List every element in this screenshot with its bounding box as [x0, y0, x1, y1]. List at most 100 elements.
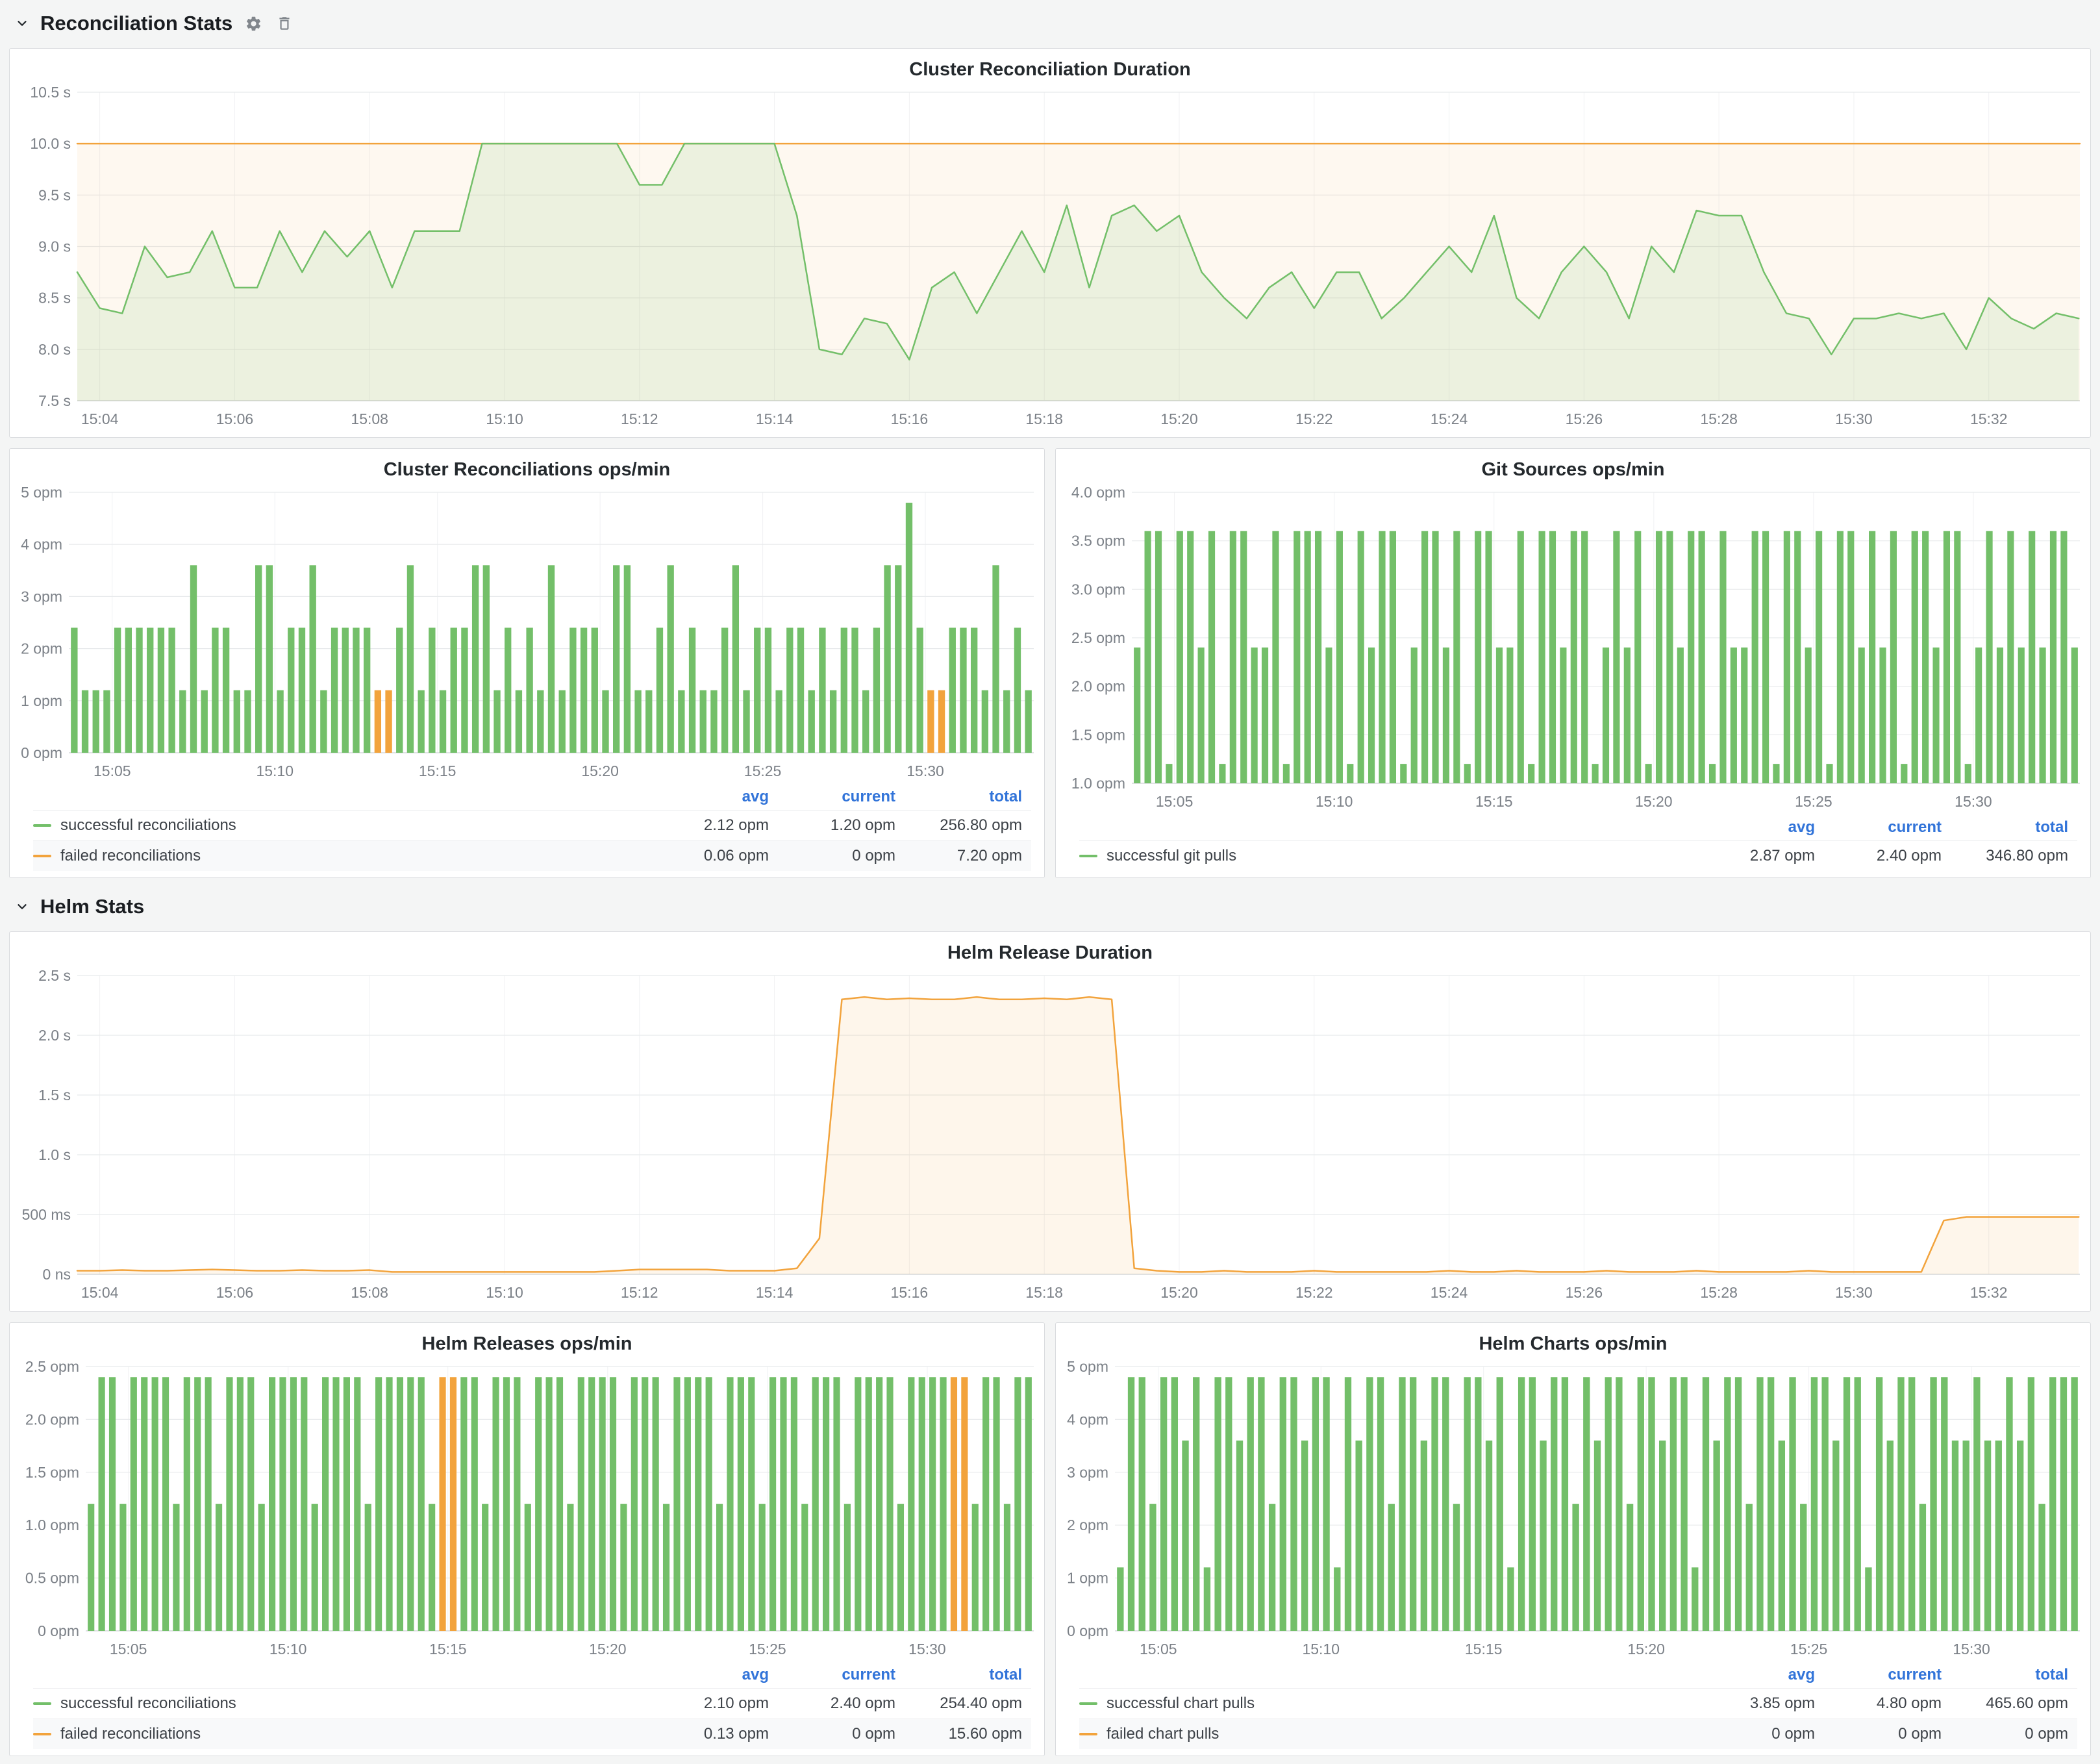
legend-column-total[interactable]: total — [1951, 818, 2077, 837]
svg-text:15:20: 15:20 — [589, 1641, 627, 1657]
svg-text:10.5 s: 10.5 s — [30, 84, 71, 101]
legend-column-current[interactable]: current — [778, 1666, 905, 1684]
legend-column-total[interactable]: total — [1951, 1666, 2077, 1684]
legend-series-successful-chart-pulls[interactable]: successful chart pulls — [1079, 1695, 1697, 1713]
legend-value-avg: 2.10 opm — [651, 1695, 778, 1713]
series-color-dash — [33, 1702, 51, 1705]
svg-text:9.0 s: 9.0 s — [38, 238, 71, 255]
panel-title-cluster-reconciliations-opm[interactable]: Cluster Reconciliations ops/min — [10, 451, 1044, 483]
svg-text:15:14: 15:14 — [756, 410, 794, 427]
legend-column-total[interactable]: total — [905, 788, 1031, 806]
legend-column-total[interactable]: total — [905, 1666, 1031, 1684]
svg-text:5 opm: 5 opm — [1067, 1358, 1108, 1375]
svg-text:15:05: 15:05 — [1140, 1641, 1177, 1657]
svg-text:1.0 opm: 1.0 opm — [25, 1517, 79, 1533]
legend-value-current: 2.40 opm — [778, 1695, 905, 1713]
svg-text:1.5 s: 1.5 s — [38, 1087, 71, 1103]
svg-text:2.0 opm: 2.0 opm — [25, 1411, 79, 1428]
svg-text:2.5 opm: 2.5 opm — [25, 1358, 79, 1375]
helm-charts-opm-chart[interactable]: 15:0515:1015:1515:2015:2515:300 opm1 opm… — [1056, 1357, 2090, 1661]
svg-text:15:10: 15:10 — [486, 1284, 523, 1301]
legend-value-total: 7.20 opm — [905, 847, 1031, 865]
chevron-down-icon[interactable] — [14, 899, 30, 914]
panel-title-helm-charts-opm[interactable]: Helm Charts ops/min — [1056, 1326, 2090, 1357]
panel-cluster-reconciliation-duration: Cluster Reconciliation Duration 15:0415:… — [9, 48, 2091, 438]
section-header-reconciliation: Reconciliation Stats — [9, 5, 2091, 38]
svg-text:15:25: 15:25 — [1790, 1641, 1828, 1657]
grafana-dashboard: Reconciliation Stats Cluster Reconciliat… — [0, 0, 2100, 1764]
svg-text:2.5 opm: 2.5 opm — [1071, 629, 1125, 646]
chevron-down-icon[interactable] — [14, 16, 30, 31]
legend-series-failed-chart-pulls[interactable]: failed chart pulls — [1079, 1725, 1697, 1743]
svg-text:15:16: 15:16 — [891, 410, 929, 427]
svg-text:15:14: 15:14 — [756, 1284, 794, 1301]
legend-value-total: 346.80 opm — [1951, 847, 2077, 865]
svg-text:5 opm: 5 opm — [21, 484, 62, 501]
legend-value-total: 0 opm — [1951, 1725, 2077, 1743]
legend-row: successful git pulls2.87 opm2.40 opm346.… — [1079, 840, 2077, 871]
svg-text:15:24: 15:24 — [1431, 1284, 1468, 1301]
panel-helm-charts-opm: Helm Charts ops/min 15:0515:1015:1515:20… — [1055, 1322, 2091, 1756]
helm-release-duration-chart[interactable]: 15:0415:0615:0815:1015:1215:1415:1615:18… — [10, 966, 2090, 1306]
legend-column-current[interactable]: current — [1824, 818, 1951, 837]
series-color-dash — [1079, 855, 1097, 857]
cluster-reconciliations-opm-chart[interactable]: 15:0515:1015:1515:2015:2515:300 opm1 opm… — [10, 483, 1044, 783]
svg-text:3.5 opm: 3.5 opm — [1071, 533, 1125, 549]
git-sources-opm-chart[interactable]: 15:0515:1015:1515:2015:2515:301.0 opm1.5… — [1056, 483, 2090, 813]
svg-text:15:15: 15:15 — [1465, 1641, 1503, 1657]
svg-text:3 opm: 3 opm — [21, 588, 62, 605]
legend-row: successful chart pulls3.85 opm4.80 opm46… — [1079, 1688, 2077, 1719]
legend-column-avg[interactable]: avg — [651, 788, 778, 806]
svg-text:15:04: 15:04 — [81, 1284, 119, 1301]
legend-series-successful-git-pulls[interactable]: successful git pulls — [1079, 847, 1697, 865]
legend-series-successful-reconciliations[interactable]: successful reconciliations — [33, 1695, 651, 1713]
legend-column-avg[interactable]: avg — [1697, 1666, 1824, 1684]
legend-column-avg[interactable]: avg — [1697, 818, 1824, 837]
svg-text:15:06: 15:06 — [216, 1284, 254, 1301]
legend-value-avg: 0.06 opm — [651, 847, 778, 865]
svg-text:4.0 opm: 4.0 opm — [1071, 484, 1125, 501]
svg-text:2 opm: 2 opm — [21, 640, 62, 657]
svg-text:8.0 s: 8.0 s — [38, 341, 71, 358]
svg-text:0 opm: 0 opm — [1067, 1622, 1108, 1639]
legend-column-current[interactable]: current — [1824, 1666, 1951, 1684]
legend-value-current: 0 opm — [778, 1725, 905, 1743]
cluster-reconciliation-duration-chart[interactable]: 15:0415:0615:0815:1015:1215:1415:1615:18… — [10, 83, 2090, 432]
svg-text:15:20: 15:20 — [581, 762, 619, 779]
panel-helm-releases-opm: Helm Releases ops/min 15:0515:1015:1515:… — [9, 1322, 1045, 1756]
svg-text:15:05: 15:05 — [94, 762, 131, 779]
series-color-dash — [33, 1733, 51, 1735]
helm-releases-opm-chart[interactable]: 15:0515:1015:1515:2015:2515:300 opm0.5 o… — [10, 1357, 1044, 1661]
svg-text:15:16: 15:16 — [891, 1284, 929, 1301]
gear-icon[interactable] — [243, 13, 264, 34]
legend-series-label: successful git pulls — [1106, 847, 1236, 865]
svg-text:0.5 opm: 0.5 opm — [25, 1570, 79, 1587]
svg-text:8.5 s: 8.5 s — [38, 290, 71, 307]
panel-title-git-sources-opm[interactable]: Git Sources ops/min — [1056, 451, 2090, 483]
svg-text:10.0 s: 10.0 s — [30, 135, 71, 152]
legend-series-failed-reconciliations[interactable]: failed reconciliations — [33, 847, 651, 865]
panel-title-helm-releases-opm[interactable]: Helm Releases ops/min — [10, 1326, 1044, 1357]
row-helm-ops: Helm Releases ops/min 15:0515:1015:1515:… — [9, 1322, 2091, 1756]
panel-title-cluster-reconciliation-duration[interactable]: Cluster Reconciliation Duration — [10, 51, 2090, 83]
legend-column-avg[interactable]: avg — [651, 1666, 778, 1684]
svg-text:15:20: 15:20 — [1160, 1284, 1198, 1301]
section-title-helm[interactable]: Helm Stats — [40, 895, 144, 918]
legend-column-current[interactable]: current — [778, 788, 905, 806]
legend-value-current: 2.40 opm — [1824, 847, 1951, 865]
svg-text:500 ms: 500 ms — [22, 1206, 71, 1223]
legend-series-failed-reconciliations[interactable]: failed reconciliations — [33, 1725, 651, 1743]
legend-series-successful-reconciliations[interactable]: successful reconciliations — [33, 816, 651, 835]
svg-text:2.5 s: 2.5 s — [38, 967, 71, 984]
svg-text:15:10: 15:10 — [486, 410, 523, 427]
panel-title-helm-release-duration[interactable]: Helm Release Duration — [10, 935, 2090, 966]
legend-cluster-reconciliations: avgcurrenttotal successful reconciliation… — [10, 783, 1044, 872]
svg-text:15:18: 15:18 — [1025, 1284, 1063, 1301]
section-title-reconciliation[interactable]: Reconciliation Stats — [40, 12, 232, 35]
svg-text:1.0 s: 1.0 s — [38, 1146, 71, 1163]
svg-text:15:05: 15:05 — [110, 1641, 147, 1657]
svg-text:2 opm: 2 opm — [1067, 1517, 1108, 1533]
svg-text:15:24: 15:24 — [1431, 410, 1468, 427]
svg-text:0 ns: 0 ns — [43, 1266, 71, 1283]
trash-icon[interactable] — [274, 13, 295, 34]
